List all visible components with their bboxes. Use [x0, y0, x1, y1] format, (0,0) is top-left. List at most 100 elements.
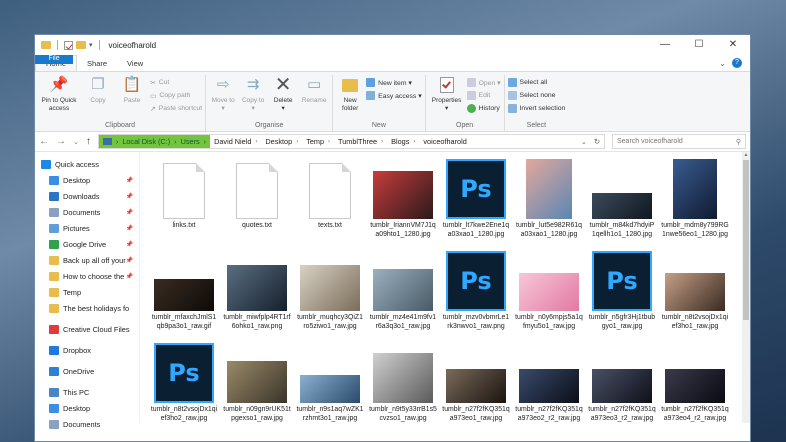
- file-item[interactable]: tumblr_n09gn9rUK51tpgexso1_raw.jpg: [223, 342, 291, 423]
- image-thumbnail: [227, 265, 287, 311]
- breadcrumb-users[interactable]: Users: [181, 137, 200, 146]
- file-item[interactable]: tumblr_m84kd7hdyiP1qellh1o1_1280.jpg: [588, 158, 656, 239]
- edit-button[interactable]: Edit: [466, 90, 501, 101]
- properties-check-icon[interactable]: [64, 40, 73, 50]
- file-item[interactable]: tumblr_n9s1aq7wZK1rzhmt3o1_raw.jpg: [296, 342, 364, 423]
- file-item[interactable]: tumblr_n27f2fKQ351qa973eo1_raw.jpg: [442, 342, 510, 423]
- back-arrow-icon[interactable]: ←: [39, 136, 49, 147]
- file-item[interactable]: Ps tumblr_n5gfr3Hj1tbubgyo1_raw.jpg: [588, 250, 656, 331]
- breadcrumb-temp[interactable]: Temp: [306, 137, 324, 146]
- address-bar[interactable]: › Local Disk (C:) › Users › David Nield ›…: [97, 134, 605, 149]
- address-dropdown-icon[interactable]: ⌄: [578, 138, 590, 146]
- sidebar-item[interactable]: Creative Cloud Files: [35, 321, 139, 337]
- file-name: tumblr_n27f2fKQ351qa973eo3_r2_raw.jpg: [588, 406, 656, 422]
- scrollbar-thumb[interactable]: [743, 160, 749, 320]
- select-all-icon: [507, 78, 517, 87]
- sidebar-item-label: This PC: [63, 387, 90, 397]
- up-arrow-icon[interactable]: ↑: [86, 136, 91, 147]
- move-to-button[interactable]: ⇨ Move to ▾: [209, 75, 237, 121]
- history-button[interactable]: History: [466, 103, 501, 114]
- search-input[interactable]: Search voiceofharold ⚲: [612, 134, 746, 149]
- photoshop-file-icon: Ps: [592, 251, 652, 311]
- new-item-button[interactable]: New item ▾: [366, 77, 421, 88]
- sidebar-item[interactable]: Desktop: [35, 400, 139, 416]
- sidebar-item[interactable]: Back up all off your 📌: [35, 252, 139, 268]
- file-item[interactable]: tumblr_mz4e41m9fv1r6a3q3o1_raw.jpg: [369, 250, 437, 331]
- breadcrumb-david-nield[interactable]: David Nield: [214, 137, 251, 146]
- paste-button[interactable]: 📋 Paste: [116, 75, 148, 121]
- rename-button[interactable]: ▭ Rename: [299, 75, 329, 121]
- help-icon[interactable]: ?: [732, 58, 742, 68]
- refresh-icon[interactable]: ↻: [590, 137, 604, 146]
- file-item[interactable]: links.txt: [150, 158, 218, 231]
- sidebar-item[interactable]: Dropbox: [35, 342, 139, 358]
- tab-share[interactable]: Share: [77, 55, 117, 71]
- expand-ribbon-icon[interactable]: ⌄: [719, 59, 726, 68]
- tab-file[interactable]: File: [35, 55, 73, 64]
- easy-access-button[interactable]: Easy access ▾: [366, 90, 422, 101]
- invert-selection-button[interactable]: Invert selection: [507, 103, 565, 114]
- file-item[interactable]: tumblr_lut5e982R61qa03xao1_1280.jpg: [515, 158, 583, 239]
- download-icon: [49, 191, 59, 201]
- select-none-button[interactable]: Select none: [507, 90, 566, 101]
- sidebar-item[interactable]: This PC: [35, 384, 139, 400]
- paste-shortcut-button[interactable]: ↗ Paste shortcut: [150, 103, 202, 114]
- file-item[interactable]: quotes.txt: [223, 158, 291, 231]
- breadcrumb-local-disk[interactable]: Local Disk (C:): [122, 137, 170, 146]
- sidebar-item[interactable]: Documents: [35, 416, 139, 432]
- sidebar-item[interactable]: Downloads 📌: [35, 188, 139, 204]
- customize-toolbar-icon[interactable]: ▾: [89, 41, 93, 49]
- pin-quick-access-button[interactable]: 📌 Pin to Quick access: [38, 75, 80, 121]
- maximize-button[interactable]: ☐: [682, 35, 716, 55]
- open-button[interactable]: Open ▾: [466, 77, 501, 88]
- copy-button[interactable]: ❐ Copy: [82, 75, 114, 121]
- select-all-button[interactable]: Select all: [507, 77, 566, 88]
- file-item[interactable]: tumblr_mdm8y799RG1nwe56eo1_1280.jpg: [661, 158, 729, 239]
- new-folder-button[interactable]: New folder: [336, 75, 364, 121]
- file-item[interactable]: Ps tumblr_mzv0vbmrLe1rk3nwvo1_raw.png: [442, 250, 510, 331]
- copy-to-button[interactable]: ⇉ Copy to ▾: [239, 75, 267, 121]
- breadcrumb-tumblthree[interactable]: TumblThree: [338, 137, 377, 146]
- sidebar-item[interactable]: Temp: [35, 284, 139, 300]
- cut-button[interactable]: ✂ Cut: [150, 77, 202, 88]
- sidebar-item[interactable]: OneDrive: [35, 363, 139, 379]
- address-row: ← → ⌄ ↑ › Local Disk (C:) › Users › Davi…: [35, 132, 750, 152]
- sidebar-item[interactable]: How to choose the 📌: [35, 268, 139, 284]
- new-folder-icon[interactable]: [76, 41, 86, 49]
- text-file-icon: [309, 163, 351, 219]
- recent-chevron-icon[interactable]: ⌄: [73, 138, 79, 146]
- forward-arrow-icon[interactable]: →: [56, 136, 66, 147]
- file-item[interactable]: texts.txt: [296, 158, 364, 231]
- sidebar-item[interactable]: Quick access: [35, 156, 139, 172]
- file-item[interactable]: tumblr_n0y6mpjs5a1qfmyu5o1_raw.jpg: [515, 250, 583, 331]
- file-item[interactable]: tumblr_IriannVM7J1qa09hto1_1280.jpg: [369, 158, 437, 239]
- file-item[interactable]: tumblr_mfaxchJmlS1qb9pa3o1_raw.gif: [150, 250, 218, 331]
- file-item[interactable]: tumblr_n27f2fKQ351qa973eo2_r2_raw.jpg: [515, 342, 583, 423]
- delete-button[interactable]: ✕ Delete ▾: [269, 75, 297, 121]
- tab-view[interactable]: View: [117, 55, 153, 71]
- scroll-up-icon[interactable]: ▲: [742, 152, 750, 160]
- breadcrumb-voiceofharold[interactable]: voiceofharold: [423, 137, 466, 146]
- sidebar-item[interactable]: The best holidays fo: [35, 300, 139, 316]
- close-button[interactable]: ✕: [716, 35, 750, 55]
- window-title: voiceofharold: [108, 40, 157, 50]
- copy-path-button[interactable]: ▭ Copy path: [150, 90, 202, 101]
- file-item[interactable]: Ps tumblr_lt7kwe2Ene1qa03xao1_1280.jpg: [442, 158, 510, 239]
- sidebar-item[interactable]: Google Drive 📌: [35, 236, 139, 252]
- sidebar-item[interactable]: Desktop 📌: [35, 172, 139, 188]
- sidebar-item[interactable]: Documents 📌: [35, 204, 139, 220]
- breadcrumb-blogs[interactable]: Blogs: [391, 137, 409, 146]
- breadcrumb-desktop[interactable]: Desktop: [265, 137, 292, 146]
- file-item[interactable]: tumblr_n9t5y33rrB1s5cvzso1_raw.jpg: [369, 342, 437, 423]
- file-item[interactable]: tumblr_muqhcy3QiZ1ro5ziwo1_raw.jpg: [296, 250, 364, 331]
- file-item[interactable]: tumblr_miwfplp4RT1rf6ohko1_raw.png: [223, 250, 291, 331]
- sidebar-item[interactable]: Pictures 📌: [35, 220, 139, 236]
- file-item[interactable]: Ps tumblr_n8t2vsojDx1qief3ho2_raw.jpg: [150, 342, 218, 423]
- minimize-button[interactable]: —: [648, 35, 682, 55]
- properties-button[interactable]: Properties ▾: [429, 75, 465, 121]
- file-item[interactable]: tumblr_n8t2vsojDx1qief3ho1_raw.jpg: [661, 250, 729, 331]
- google-drive-icon: [49, 239, 59, 249]
- file-item[interactable]: tumblr_n27f2fKQ351qa973eo4_r2_raw.jpg: [661, 342, 729, 423]
- file-item[interactable]: tumblr_n27f2fKQ351qa973eo3_r2_raw.jpg: [588, 342, 656, 423]
- vertical-scrollbar[interactable]: ▲: [742, 152, 750, 423]
